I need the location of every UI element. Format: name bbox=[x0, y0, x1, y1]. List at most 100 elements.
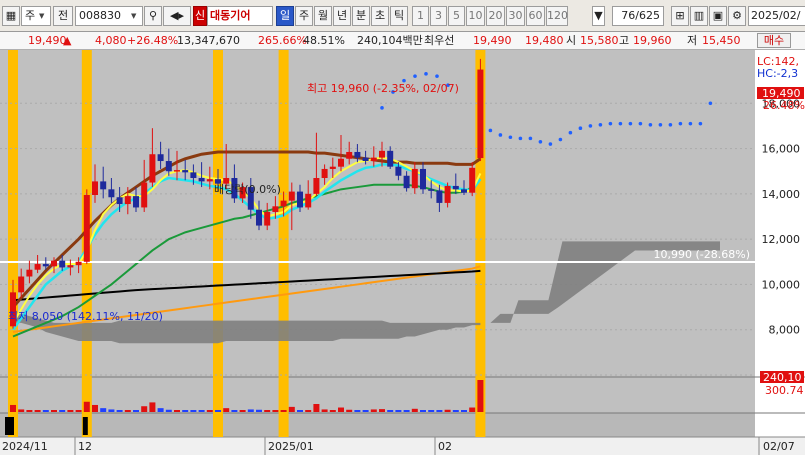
volume-bar bbox=[141, 406, 148, 412]
projection-dot bbox=[498, 133, 503, 137]
interval-tab-1[interactable]: 3 bbox=[430, 6, 447, 26]
candle-body bbox=[354, 151, 361, 158]
hline-label: 10,990 (-28.68%) bbox=[654, 248, 750, 261]
projection-dot bbox=[608, 121, 613, 126]
gear-icon[interactable]: ⚙ bbox=[728, 6, 746, 26]
candle-body bbox=[59, 260, 66, 268]
projection-dot bbox=[548, 142, 553, 146]
candle-body bbox=[198, 178, 205, 182]
y-tick-label: 12,000 bbox=[762, 233, 801, 246]
candle-body bbox=[305, 193, 312, 208]
interval-tab-4[interactable]: 20 bbox=[486, 6, 505, 26]
volume-bar bbox=[264, 410, 271, 412]
candle-body bbox=[133, 196, 139, 208]
chart-window: ▦ 주 ▼ 전 008830 ▼ ⚲ ◀▸ 신 대동기어 일주월년분초틱 1 3 5 10… bbox=[0, 0, 805, 455]
period-tab-1[interactable]: 주 bbox=[295, 6, 313, 26]
all-toggle-button[interactable]: 전 bbox=[53, 6, 73, 26]
save-icon[interactable]: ▣ bbox=[709, 6, 727, 26]
candle-body bbox=[42, 264, 49, 267]
candle-body bbox=[174, 170, 180, 172]
volume-bar bbox=[182, 410, 189, 412]
volume-bar bbox=[395, 410, 402, 412]
price-chart[interactable]: 18,00016,00014,00012,00010,0008,0006,000… bbox=[0, 50, 805, 455]
interval-tab-0[interactable]: 1 bbox=[412, 6, 429, 26]
projection-dot bbox=[518, 136, 523, 141]
candle-body bbox=[469, 167, 476, 193]
period-tab-4[interactable]: 분 bbox=[352, 6, 370, 26]
candle-body bbox=[272, 206, 279, 212]
candle-body bbox=[403, 175, 410, 189]
pct-tag: 26.48% bbox=[763, 99, 805, 112]
interval-tab-7[interactable]: 120 bbox=[546, 6, 568, 26]
candle-body bbox=[116, 197, 123, 205]
candle-body bbox=[452, 185, 459, 190]
candle-body bbox=[165, 161, 172, 172]
volume-bar bbox=[370, 409, 377, 412]
projection-dot bbox=[578, 126, 583, 130]
chart-icon[interactable]: ▥ bbox=[690, 6, 708, 26]
candle-body bbox=[51, 260, 57, 267]
page-counter[interactable]: 76/625 bbox=[612, 6, 664, 26]
low-price: 15,450 bbox=[702, 34, 741, 47]
candle-body bbox=[280, 200, 287, 207]
chevron-down-icon[interactable]: ▼ bbox=[592, 6, 605, 26]
dividend-annotation: 배당락(0.0%) bbox=[214, 183, 281, 196]
search-icon[interactable]: ⚲ bbox=[144, 6, 162, 26]
market-badge: 신 bbox=[193, 6, 207, 26]
volume-bar bbox=[149, 402, 156, 412]
candle-body bbox=[395, 166, 402, 176]
x-label: 2025/01 bbox=[268, 440, 314, 453]
date-field[interactable]: 2025/02/ bbox=[748, 6, 805, 26]
volume-bar bbox=[10, 404, 16, 412]
candle-body bbox=[75, 261, 82, 266]
y-tick-label: 8,000 bbox=[769, 324, 801, 337]
interval-tab-6[interactable]: 60 bbox=[526, 6, 545, 26]
volume-bar bbox=[34, 410, 41, 412]
volume-bar bbox=[59, 410, 66, 412]
candle-body bbox=[124, 196, 131, 205]
volume-bar bbox=[215, 410, 221, 412]
change-value: 4,080 bbox=[95, 34, 127, 47]
volume-bar bbox=[116, 410, 123, 412]
grid-icon[interactable]: ⊞ bbox=[671, 6, 689, 26]
volume-bar bbox=[51, 410, 57, 412]
volume-bar bbox=[329, 410, 336, 412]
projection-dot bbox=[488, 128, 493, 133]
chevron-down-icon: ▼ bbox=[131, 12, 137, 20]
volume-bar bbox=[239, 410, 246, 412]
volume-bar bbox=[133, 410, 139, 412]
interval-tab-5[interactable]: 30 bbox=[506, 6, 525, 26]
projection-dot bbox=[698, 121, 703, 126]
speaker-icon[interactable]: ◀▸ bbox=[163, 6, 191, 26]
buy-button[interactable]: 매수 bbox=[757, 33, 791, 48]
interval-tab-2[interactable]: 5 bbox=[448, 6, 465, 26]
period-tab-2[interactable]: 월 bbox=[314, 6, 332, 26]
projection-dot bbox=[380, 106, 384, 110]
volume-bar bbox=[411, 408, 418, 412]
period-tab-5[interactable]: 초 bbox=[371, 6, 389, 26]
projection-dot bbox=[658, 122, 663, 127]
projection-dot bbox=[413, 74, 417, 78]
hc-label: HC:-2,3 bbox=[757, 67, 798, 80]
volume-bar bbox=[362, 410, 369, 412]
candle-body bbox=[100, 181, 107, 190]
period-tab-6[interactable]: 틱 bbox=[390, 6, 408, 26]
code-input[interactable]: 008830 ▼ bbox=[75, 6, 143, 26]
candle-body bbox=[67, 265, 74, 268]
indicator-bar-1 bbox=[9, 417, 14, 435]
candle-body bbox=[182, 170, 189, 173]
period-tab-3[interactable]: 년 bbox=[333, 6, 351, 26]
vol-tag: 240,10 bbox=[763, 371, 802, 384]
period-tab-0[interactable]: 일 bbox=[276, 6, 294, 26]
up-arrow-icon: ▲ bbox=[63, 34, 72, 47]
candle-body bbox=[108, 189, 115, 198]
mode-select[interactable]: 주 ▼ bbox=[21, 6, 51, 26]
projection-dot bbox=[538, 139, 543, 144]
projection-dot bbox=[558, 137, 563, 142]
interval-tab-3[interactable]: 10 bbox=[466, 6, 485, 26]
x-label: 02/07 bbox=[763, 440, 795, 453]
projection-dot bbox=[688, 121, 693, 126]
prev-icon[interactable]: ▦ bbox=[2, 6, 20, 26]
volume-bar bbox=[18, 409, 25, 412]
volume-bar bbox=[42, 410, 49, 412]
